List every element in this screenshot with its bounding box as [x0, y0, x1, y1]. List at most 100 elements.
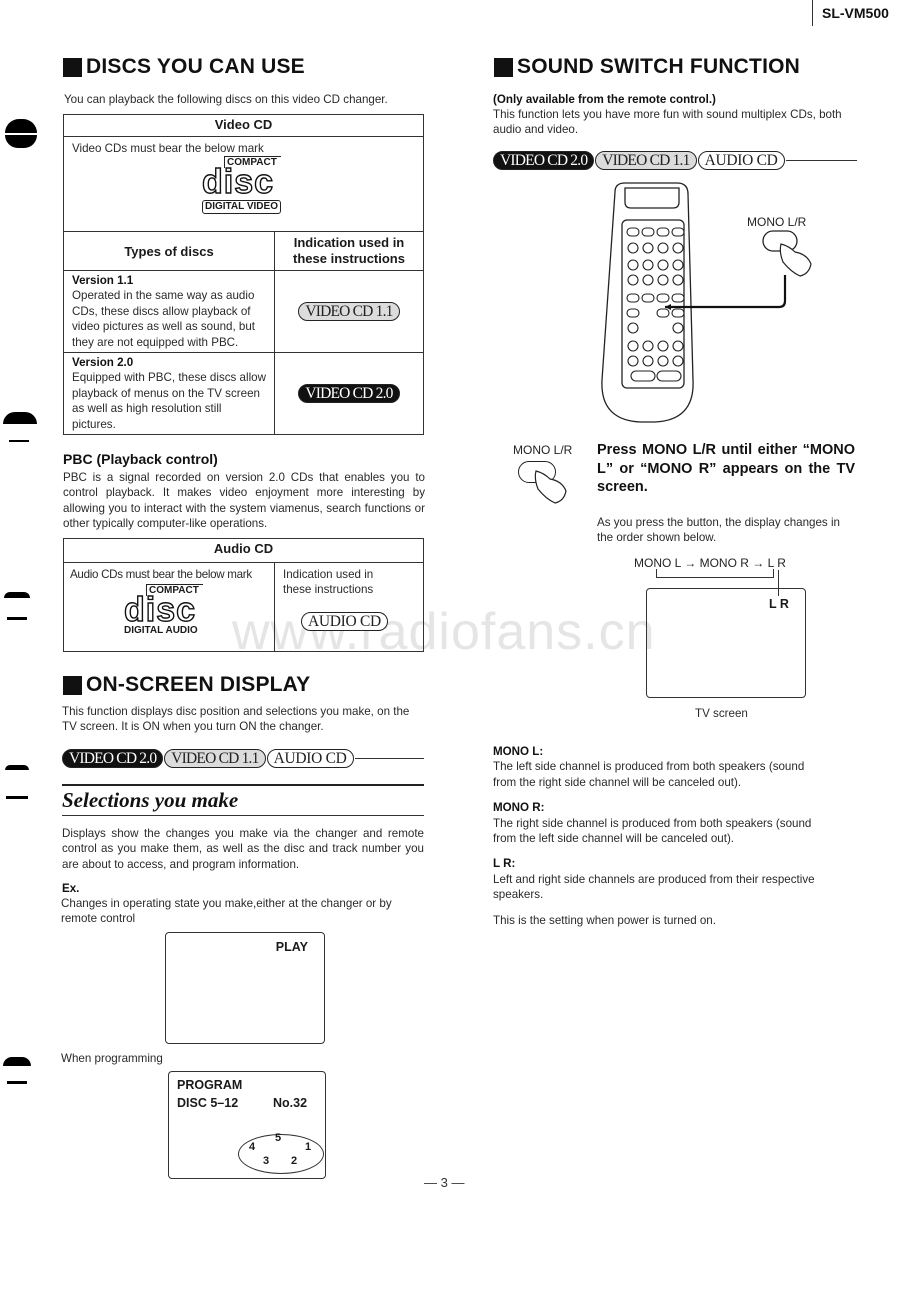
video-cd-table: Video CD Video CDs must bear the below m… [63, 114, 424, 436]
carousel-slot: 5 [275, 1132, 282, 1144]
remote-button [656, 370, 682, 382]
discs-title-text: DISCS YOU CAN USE [86, 55, 305, 78]
screen-program-text: PROGRAM [177, 1078, 243, 1092]
pbc-text: PBC is a signal recorded on version 2.0 … [63, 471, 425, 531]
mode-label: MONO L: [493, 745, 544, 758]
remote-button [672, 355, 684, 367]
audio-cd-table: Audio CD Audio CDs must bear the below m… [63, 538, 424, 652]
tv-lr-indicator: L R [769, 597, 789, 611]
remote-button [657, 355, 669, 367]
model-number: SL-VM500 [822, 5, 889, 21]
tv-screen-play: PLAY [165, 932, 325, 1044]
section-square-icon [63, 675, 82, 695]
osd-title-text: ON-SCREEN DISPLAY [86, 673, 311, 696]
selections-divider-top [62, 784, 424, 786]
version-cell: Version 1.1 Operated in the same way as … [63, 269, 275, 354]
sound-intro: This function lets you have more fun wit… [493, 108, 842, 137]
table-row: Version 1.1 Operated in the same way as … [63, 269, 424, 354]
sound-disc-badges: VIDEO CD 2.0 VIDEO CD 1.1 AUDIO CD [493, 151, 857, 170]
mode-item: MONO R: The right side channel is produc… [493, 800, 863, 846]
sequence-item: MONO L [634, 556, 681, 570]
remote-button [656, 227, 670, 237]
mode-desc: Left and right side channels are produce… [493, 872, 815, 902]
instruction-button-icon: MONO L/R [508, 443, 578, 504]
remote-button [657, 274, 669, 286]
remote-button [672, 322, 684, 334]
remote-button [657, 340, 669, 352]
version-title: Version 1.1 [72, 274, 134, 287]
remote-button [642, 259, 654, 271]
logo-disc: disc [123, 591, 197, 630]
carousel-slot: 4 [249, 1141, 256, 1153]
logo-digital-audio: DIGITAL AUDIO [124, 625, 198, 637]
binder-hole-mark [7, 1081, 27, 1084]
remote-button [657, 259, 669, 271]
version-cell: Version 2.0 Equipped with PBC, these dis… [63, 352, 275, 436]
badge-video-cd-1-1: VIDEO CD 1.1 [595, 151, 697, 170]
remote-button [626, 308, 640, 318]
remote-button [627, 242, 639, 254]
sequence-loop-line [656, 569, 774, 578]
badge-audio-cd: AUDIO CD [301, 611, 388, 631]
screen-disc-text: DISC 5–12 [177, 1096, 239, 1110]
audio-cd-header: Audio CD [63, 538, 424, 563]
remote-button [641, 293, 655, 303]
badge-audio-cd: AUDIO CD [697, 151, 785, 170]
model-header: SL-VM500 [812, 0, 889, 26]
indication-cell: VIDEO CD 1.1 [274, 269, 424, 354]
audio-mark-text: Audio CDs must bear the below mark [70, 568, 252, 581]
remote-button [671, 227, 685, 237]
discs-intro: You can playback the following discs on … [64, 93, 388, 106]
col-types-of-discs: Types of discs [63, 231, 275, 271]
button-label: MONO L/R [513, 443, 573, 457]
badge-video-cd-2-0: VIDEO CD 2.0 [298, 384, 400, 404]
screen-track-number: No.32 [273, 1096, 308, 1110]
col-indication: Indication used in these instructions [274, 231, 424, 271]
remote-button [627, 340, 639, 352]
remote-button [672, 242, 684, 254]
disc-carousel-icon: 5 4 1 3 2 [238, 1132, 324, 1174]
sequence-item: MONO R [699, 556, 749, 570]
programming-label: When programming [61, 1052, 163, 1065]
selections-desc: Displays show the changes you make via t… [62, 827, 424, 871]
binder-hole-mark [6, 796, 28, 799]
pbc-title: PBC (Playback control) [63, 451, 218, 467]
tv-screen-caption: TV screen [695, 707, 748, 720]
video-cd-mark-cell: Video CDs must bear the below mark COMPA… [63, 136, 424, 232]
remote-button [672, 259, 684, 271]
mode-label: L R: [493, 857, 516, 871]
version-desc: Equipped with PBC, these discs allow pla… [72, 371, 266, 431]
pressing-hand-icon [534, 470, 567, 504]
sound-note: (Only available from the remote control.… [493, 93, 716, 106]
screen-play-text: PLAY [275, 940, 308, 954]
instruction-text: Press MONO L/R until either “MONO L” or … [597, 442, 855, 495]
mode-item: MONO L: The left side channel is produce… [493, 744, 863, 790]
remote-button [627, 274, 639, 286]
page-number: — 3 — [424, 1175, 465, 1190]
badge-video-cd-1-1: VIDEO CD 1.1 [164, 749, 266, 768]
remote-button [641, 227, 655, 237]
remote-button [627, 322, 639, 334]
badge-line [354, 758, 424, 759]
remote-mono-lr-label: MONO L/R [747, 215, 807, 229]
mode-descriptions: MONO L: The left side channel is produce… [493, 744, 863, 928]
binder-hole-mark [5, 135, 37, 148]
section-square-icon [494, 57, 513, 77]
selections-divider-bottom [62, 815, 424, 816]
ex-text: Changes in operating state you make,eith… [61, 897, 392, 926]
mode-desc: The right side channel is produced from … [493, 816, 812, 846]
badge-video-cd-2-0: VIDEO CD 2.0 [62, 749, 164, 768]
arrow-right-icon: → [752, 556, 765, 570]
binder-hole-mark [4, 592, 30, 598]
logo-digital-video: DIGITAL VIDEO [202, 200, 281, 215]
remote-button [642, 274, 654, 286]
remote-button [656, 293, 670, 303]
section-title-osd: ON-SCREEN DISPLAY [63, 673, 310, 697]
binder-hole-mark [3, 1057, 31, 1066]
audio-indication-cell: Indication used in these instructions AU… [274, 562, 424, 652]
remote-button [656, 308, 670, 318]
section-title-discs: DISCS YOU CAN USE [63, 55, 305, 79]
binder-hole-mark [5, 765, 29, 770]
remote-control-illustration: MONO L/R [601, 182, 812, 423]
video-cd-header: Video CD [63, 114, 424, 137]
